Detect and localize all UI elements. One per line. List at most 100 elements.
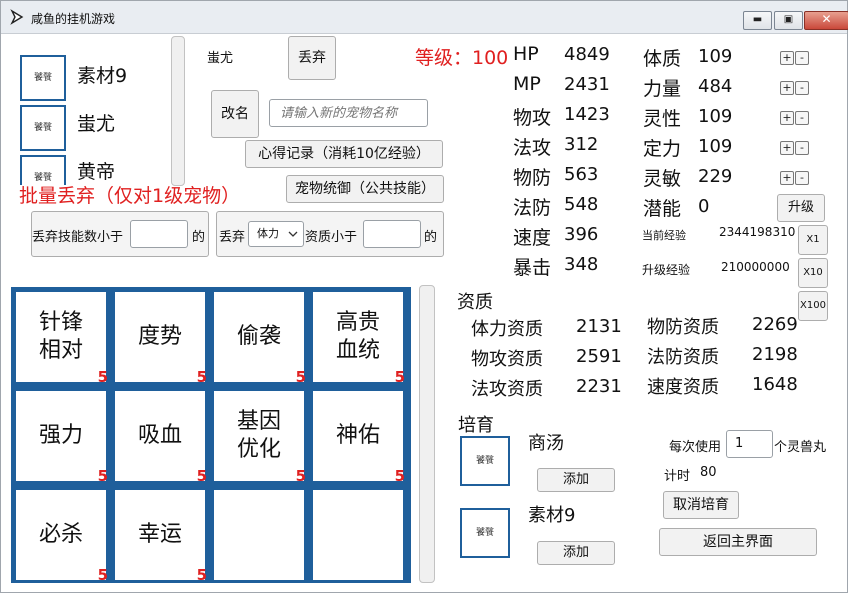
skill-slot[interactable]: 吸血 5 [112,388,208,485]
foc-plus-button[interactable]: + [780,141,794,155]
attr-str-value: 484 [698,76,733,97]
skill-name: 基因优化 [236,409,281,462]
apt-hp-label: 体力资质 [471,319,543,340]
str-minus-button[interactable]: - [795,81,809,95]
skill-slot[interactable]: 度势 5 [112,289,208,386]
exp-x1-button[interactable]: X1 [798,225,828,255]
skill-name: 度势 [137,324,182,349]
skill-name: 高贵血统 [335,310,380,363]
timer-label: 计时 [664,469,691,484]
batch-skill-count-input[interactable] [130,220,188,248]
stat-mdef-label: 法防 [513,197,552,219]
skill-slot[interactable]: 高贵血统 5 [310,289,406,386]
agi-plus-button[interactable]: + [780,171,794,185]
stat-pdef-label: 物防 [513,167,552,189]
skill-level: 5 [97,566,108,584]
pet-list-scrollbar[interactable] [171,36,185,186]
skill-slot[interactable]: 基因优化 5 [211,388,307,485]
nurture-slot-1-name: 商汤 [528,433,564,454]
apt-mdef-value: 2198 [752,344,798,365]
stat-mp-value: 2431 [564,74,610,95]
apt-speed-value: 1648 [752,374,798,395]
attr-str-label: 力量 [643,78,682,100]
attr-select[interactable]: 体力 [248,221,304,247]
per-use-prefix: 每次使用 [669,440,722,455]
nurture-slot-2-avatar[interactable]: 饕餮 [460,508,510,558]
skill-level: 5 [295,368,306,386]
skill-name: 幸运 [137,522,182,547]
per-use-input[interactable]: 1 [726,430,773,458]
str-plus-button[interactable]: + [780,81,794,95]
stat-matk-label: 法攻 [513,137,552,159]
attr-con-value: 109 [698,46,733,67]
nurture-slot-1-add-button[interactable]: 添加 [537,468,615,492]
next-exp-label: 升级经验 [642,263,691,277]
skill-slot[interactable]: 偷袭 5 [211,289,307,386]
attr-con-label: 体质 [643,48,682,70]
rename-button[interactable]: 改名 [211,90,259,138]
pet-avatar: 饕餮 [20,55,66,101]
upgrade-button[interactable]: 升级 [777,194,825,222]
batch-attr-value-input[interactable] [363,220,421,248]
apt-patk-label: 物攻资质 [471,349,543,370]
apt-pdef-value: 2269 [752,314,798,335]
skill-level: 5 [97,368,108,386]
skill-slot[interactable]: 神佑 5 [310,388,406,485]
cancel-nurture-button[interactable]: 取消培育 [663,491,739,519]
skill-slot[interactable]: 针锋相对 5 [13,289,109,386]
skill-level: 5 [97,467,108,485]
apt-speed-label: 速度资质 [647,377,719,398]
notes-button[interactable]: 心得记录（消耗10亿经验） [245,140,443,168]
batch-attr-prefix: 丢弃 [219,230,246,245]
skill-slot[interactable] [211,487,307,583]
pet-name: 黄帝 [77,161,116,183]
attr-agi-label: 灵敏 [643,168,682,190]
foc-minus-button[interactable]: - [795,141,809,155]
exp-x10-button[interactable]: X10 [798,258,828,288]
attr-spi-label: 灵性 [643,108,682,130]
stat-speed-label: 速度 [513,227,552,249]
stat-matk-value: 312 [564,134,599,155]
con-minus-button[interactable]: - [795,51,809,65]
attr-select-value: 体力 [257,227,279,240]
pet-skills-button[interactable]: 宠物统御（公共技能） [286,175,444,203]
apt-matk-value: 2231 [576,376,622,397]
attr-foc-value: 109 [698,136,733,157]
nurture-slot-2-add-button[interactable]: 添加 [537,541,615,565]
skill-grid-scrollbar[interactable] [419,285,435,583]
batch-attr-middle: 资质小于 [305,230,358,245]
maximize-button[interactable]: ▣ [774,11,803,30]
attr-agi-value: 229 [698,166,733,187]
pet-avatar: 饕餮 [20,105,66,151]
pet-list-item[interactable]: 饕餮 蚩尤 [9,103,185,155]
minimize-button[interactable]: ▬ [743,11,772,30]
batch-skill-prefix: 丢弃技能数小于 [32,230,124,245]
skill-level: 5 [196,467,207,485]
chevron-down-icon [288,231,298,237]
skill-slot[interactable]: 强力 5 [13,388,109,485]
skill-level: 5 [196,566,207,584]
app-logo-icon [10,9,24,25]
rename-input[interactable] [269,99,428,127]
nurture-slot-1-avatar[interactable]: 饕餮 [460,436,510,486]
batch-attr-suffix: 的 [424,230,438,245]
con-plus-button[interactable]: + [780,51,794,65]
back-to-main-button[interactable]: 返回主界面 [659,528,817,556]
exp-x100-button[interactable]: X100 [798,291,828,321]
attr-pot-label: 潜能 [643,198,682,220]
agi-minus-button[interactable]: - [795,171,809,185]
attr-foc-label: 定力 [643,138,682,160]
skill-slot[interactable]: 幸运 5 [112,487,208,584]
nurture-slot-2-name: 素材9 [528,505,576,526]
close-button[interactable]: ✕ [804,11,848,30]
spi-minus-button[interactable]: - [795,111,809,125]
skill-level: 5 [394,368,405,386]
skill-slot[interactable] [310,487,406,583]
stat-patk-label: 物攻 [513,107,552,129]
stat-speed-value: 396 [564,224,599,245]
pet-list-item[interactable]: 饕餮 素材9 [9,53,185,105]
discard-button[interactable]: 丢弃 [288,36,336,80]
stat-crit-label: 暴击 [513,257,552,279]
spi-plus-button[interactable]: + [780,111,794,125]
skill-slot[interactable]: 必杀 5 [13,487,109,584]
